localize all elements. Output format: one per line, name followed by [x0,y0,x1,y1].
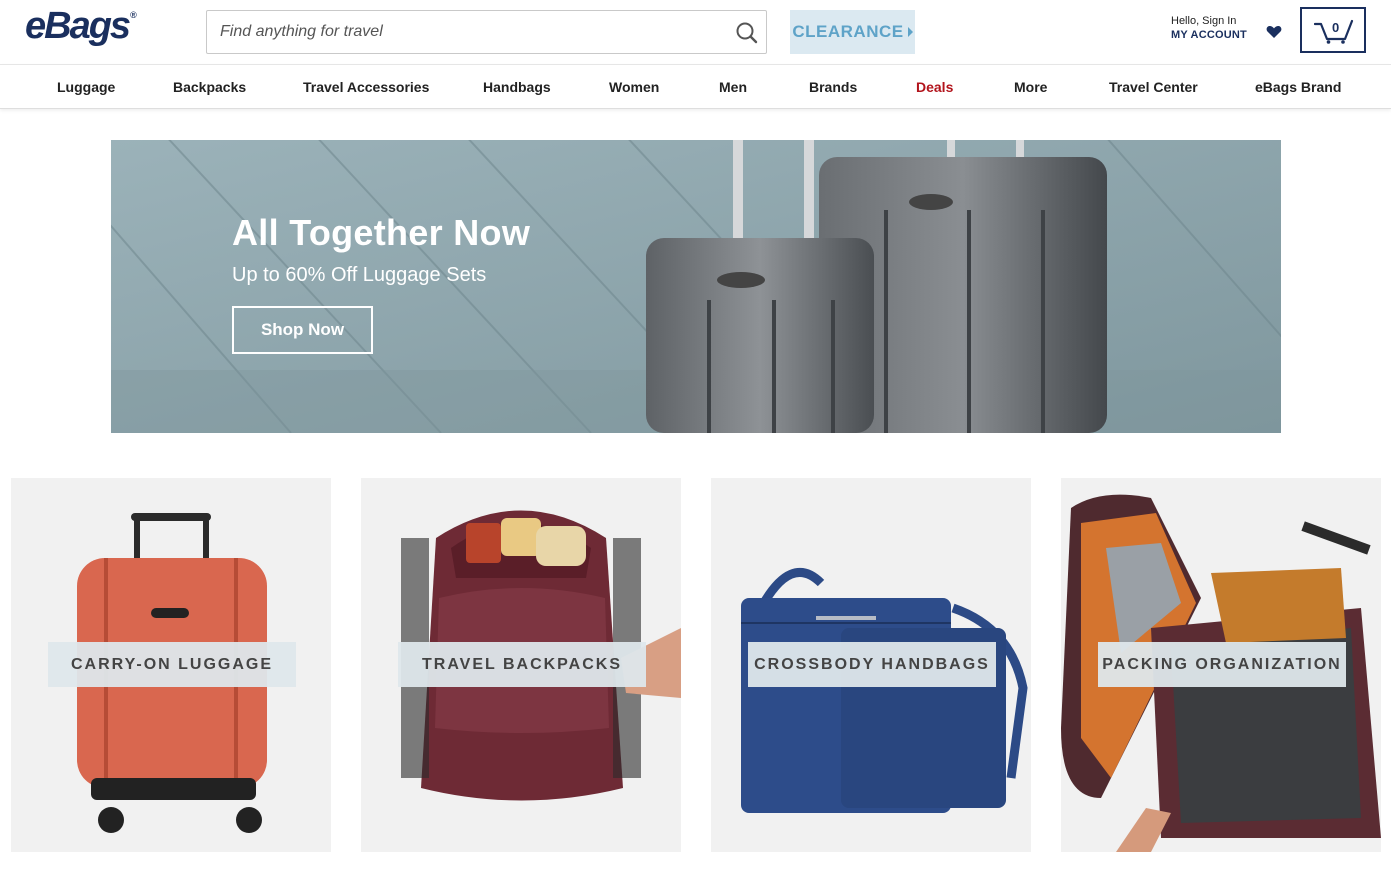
main-nav: Luggage Backpacks Travel Accessories Han… [0,64,1391,109]
category-label-carry-on[interactable]: CARRY-ON LUGGAGE [48,642,296,687]
category-tile-crossbody[interactable]: CROSSBODY HANDBAGS [711,478,1031,852]
category-label-backpacks[interactable]: TRAVEL BACKPACKS [398,642,646,687]
nav-item-backpacks[interactable]: Backpacks [173,65,246,109]
nav-item-more[interactable]: More [1014,65,1047,109]
nav-item-deals[interactable]: Deals [916,65,953,109]
site-header: eBags ® CLEARANCE Hello, Sign In MY ACCO… [0,0,1391,64]
nav-item-travel-accessories[interactable]: Travel Accessories [303,65,429,109]
registered-mark: ® [130,10,137,20]
search-input[interactable] [207,11,717,53]
clearance-button[interactable]: CLEARANCE [790,10,915,54]
category-tile-packing[interactable]: PACKING ORGANIZATION [1061,478,1381,852]
hero-subtitle: Up to 60% Off Luggage Sets [232,264,487,286]
ebags-logo[interactable]: eBags ® [25,5,137,47]
nav-item-luggage[interactable]: Luggage [57,65,115,109]
account-label: MY ACCOUNT [1171,29,1247,41]
logo-text: eBags [25,5,131,47]
nav-brand-bold: eBags [1255,79,1298,95]
heart-icon[interactable] [1266,25,1282,39]
cart-count: 0 [1332,20,1340,35]
category-label-packing[interactable]: PACKING ORGANIZATION [1098,642,1346,687]
nav-item-brands[interactable]: Brands [809,65,857,109]
nav-item-ebags-brand[interactable]: eBags Brand [1255,65,1341,109]
nav-item-women[interactable]: Women [609,65,659,109]
search-bar [206,10,767,54]
clearance-label: CLEARANCE [792,22,904,41]
nav-item-handbags[interactable]: Handbags [483,65,551,109]
hero-title: All Together Now [232,212,531,253]
hero-banner[interactable]: All Together Now Up to 60% Off Luggage S… [111,140,1281,433]
nav-brand-rest: Brand [1297,79,1342,95]
account-greeting: Hello, Sign In [1171,15,1237,27]
category-label-crossbody[interactable]: CROSSBODY HANDBAGS [748,642,996,687]
cart-button[interactable]: 0 [1300,7,1366,53]
nav-item-men[interactable]: Men [719,65,747,109]
shop-now-button[interactable]: Shop Now [232,306,373,354]
category-tile-backpacks[interactable]: TRAVEL BACKPACKS [361,478,681,852]
category-tile-carry-on[interactable]: CARRY-ON LUGGAGE [11,478,331,852]
my-account-link[interactable]: Hello, Sign In MY ACCOUNT [1171,15,1247,42]
search-icon[interactable] [734,20,760,46]
caret-right-icon [907,27,913,37]
nav-item-travel-center[interactable]: Travel Center [1109,65,1198,109]
